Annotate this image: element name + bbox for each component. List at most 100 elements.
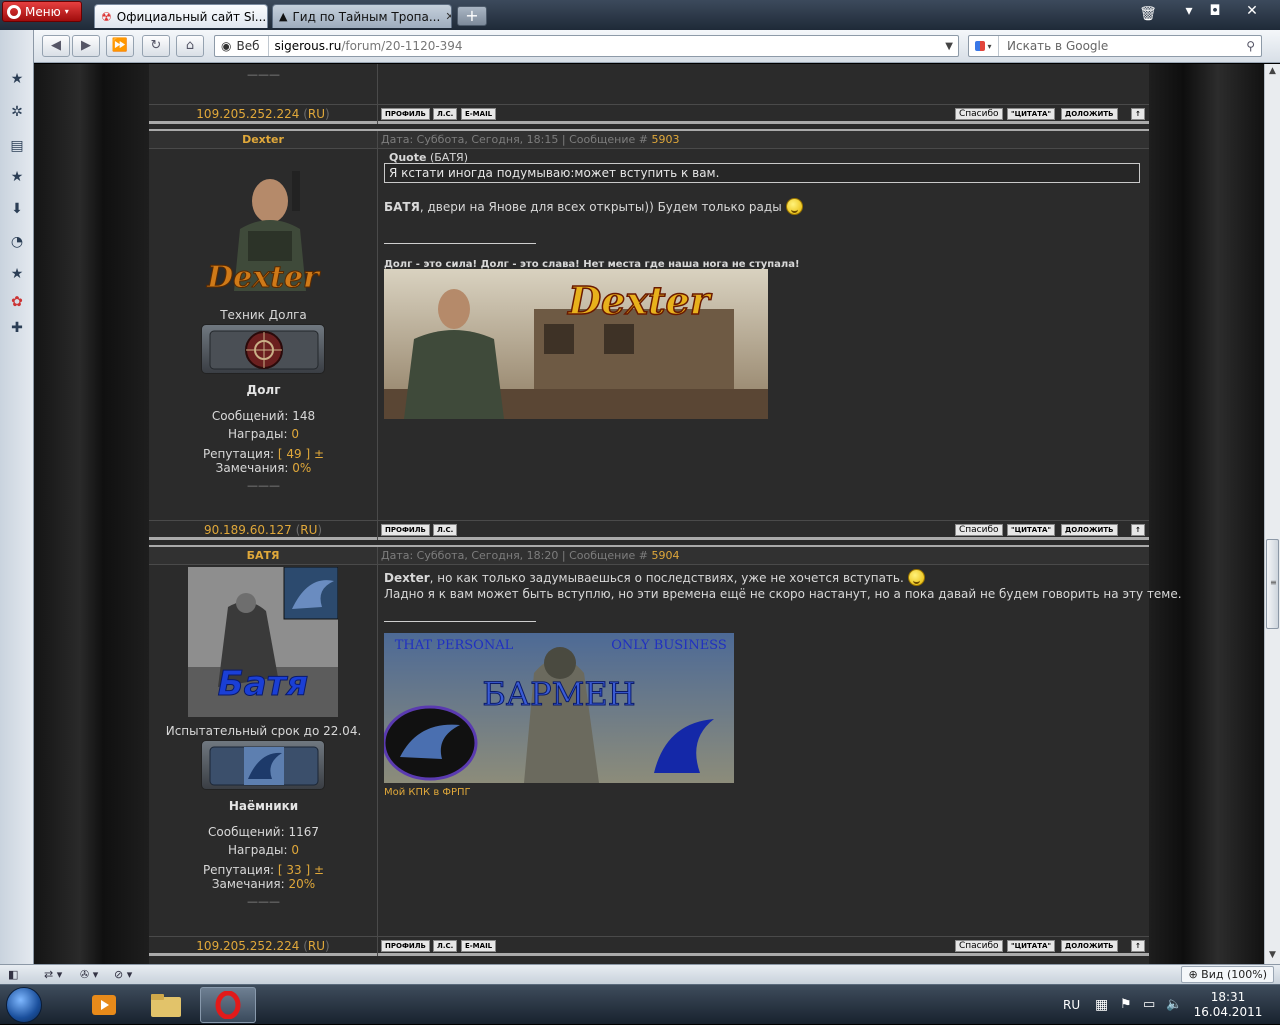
colorful-icon[interactable]: ✿	[8, 293, 26, 311]
add-panel-icon[interactable]: ✚	[8, 319, 26, 337]
search-field[interactable]: ▾ Искать в Google ⚲	[968, 35, 1262, 57]
media-player-icon[interactable]	[76, 987, 132, 1023]
start-button[interactable]	[6, 987, 42, 1023]
navigation-bar: ◀ ▶ ⏩ ↻ ⌂ ◉ Веб sigerous.ru /forum/20-11…	[34, 30, 1280, 63]
action-center-icon[interactable]: ⚑	[1120, 985, 1132, 1025]
reputation-value[interactable]: [ 49 ]	[278, 447, 310, 461]
explorer-icon[interactable]	[138, 987, 194, 1023]
close-window-button[interactable]: ✕	[1240, 0, 1264, 24]
report-button[interactable]: ДОЛОЖИТЬ	[1061, 940, 1118, 952]
language-indicator[interactable]: RU	[1063, 985, 1080, 1025]
forum-thread: ——— 109.205.252.224 (RU) ПРОФИЛЬ Л.С. E-…	[149, 64, 1182, 964]
pm-button[interactable]: Л.С.	[433, 108, 458, 120]
signature-divider	[384, 621, 536, 622]
quote-button[interactable]: "ЦИТАТА"	[1007, 108, 1056, 120]
mercenary-emblem-icon	[209, 746, 319, 786]
post-body: Dexter Техник Долга Долг Сообщений: 148 …	[149, 149, 1149, 520]
history-icon[interactable]: ◔	[8, 233, 26, 251]
panel-bookmark-icon[interactable]: ★	[8, 168, 26, 186]
signature-link[interactable]: Мой КПК в ФРПГ	[384, 787, 471, 798]
banner-top-left: THAT PERSONAL	[395, 638, 514, 653]
scroll-top-icon[interactable]: ↑	[1131, 940, 1145, 952]
message-count: Сообщений: 148	[211, 409, 316, 423]
ip-country: RU	[307, 939, 325, 953]
post-number[interactable]: 5903	[651, 133, 679, 146]
bookmarks-icon[interactable]: ★	[8, 70, 26, 88]
scroll-top-icon[interactable]: ↑	[1131, 524, 1145, 536]
ip-country: RU	[300, 523, 318, 537]
profile-button[interactable]: ПРОФИЛЬ	[381, 940, 430, 952]
report-button[interactable]: ДОЛОЖИТЬ	[1061, 108, 1118, 120]
sync-icon[interactable]: ⇄ ▾	[44, 967, 62, 983]
zoom-icon: ⊕	[1188, 968, 1202, 981]
scroll-thumb[interactable]: ≡	[1266, 539, 1279, 629]
reputation-change-button[interactable]: ±	[314, 863, 324, 877]
address-field[interactable]: ◉ Веб sigerous.ru /forum/20-1120-394 ▼	[214, 35, 959, 57]
quote-button[interactable]: "ЦИТАТА"	[1007, 524, 1056, 536]
awards: Награды: 0	[228, 843, 299, 857]
turbo-icon[interactable]: ✇ ▾	[80, 967, 98, 983]
volume-icon[interactable]: 🔈	[1166, 985, 1182, 1025]
new-tab-button[interactable]: +	[457, 6, 487, 26]
opera-taskbar-icon[interactable]	[200, 987, 256, 1023]
thanks-button[interactable]: Спасибо	[955, 108, 1003, 120]
author-name[interactable]: БАТЯ	[149, 547, 378, 565]
quote-button[interactable]: "ЦИТАТА"	[1007, 940, 1056, 952]
reputation-value[interactable]: [ 33 ]	[278, 863, 310, 877]
author-name[interactable]: Dexter	[149, 131, 378, 149]
home-button[interactable]: ⌂	[176, 35, 204, 57]
vertical-scrollbar[interactable]: ▲ ≡ ▼	[1264, 64, 1280, 964]
email-button[interactable]: E-MAIL	[461, 940, 497, 952]
close-tab-icon[interactable]: ✕	[445, 10, 451, 23]
clock[interactable]: 18:31 16.04.2011	[1192, 990, 1264, 1020]
windows-taskbar: RU ▦ ⚑ ▭ 🔈 18:31 16.04.2011	[0, 984, 1280, 1024]
user-group[interactable]: Долг	[149, 383, 378, 397]
author-column: Dexter Техник Долга Долг Сообщений: 148 …	[149, 149, 378, 520]
email-button[interactable]: E-MAIL	[461, 108, 497, 120]
profile-button[interactable]: ПРОФИЛЬ	[381, 108, 430, 120]
thanks-button[interactable]: Спасибо	[955, 940, 1003, 952]
back-button[interactable]: ◀	[42, 35, 70, 57]
panel-bookmark-2-icon[interactable]: ★	[8, 265, 26, 283]
search-icon[interactable]: ⚲	[1246, 39, 1261, 53]
widgets-icon[interactable]: ✲	[8, 103, 26, 121]
zoom-button[interactable]: ⊕ Вид (100%)	[1181, 966, 1274, 983]
tab-official-site[interactable]: ☢ Официальный сайт Si... ✕	[94, 4, 268, 28]
post-footer: 109.205.252.224 (RU) ПРОФИЛЬ Л.С. E-MAIL…	[149, 936, 1149, 956]
tab-title: Гид по Тайным Тропа...	[292, 9, 441, 24]
side-panel: ★ ✲ ▤ ★ ⬇ ◔ ★ ✿ ✚	[0, 30, 34, 964]
title-bar: Меню ▾ ☢ Официальный сайт Si... ✕ ▲ Гид …	[0, 0, 1280, 30]
user-group[interactable]: Наёмники	[149, 799, 378, 813]
banner-top-right: ONLY BUSINESS	[611, 638, 727, 653]
trash-icon[interactable]: 🗑	[1136, 3, 1160, 27]
google-engine-icon[interactable]: ▾	[969, 36, 999, 56]
notes-icon[interactable]: ▤	[8, 137, 26, 155]
network-icon[interactable]: ▭	[1143, 985, 1155, 1025]
scroll-top-icon[interactable]: ↑	[1131, 108, 1145, 120]
opera-menu-button[interactable]: Меню ▾	[2, 1, 82, 22]
url-dropdown-icon[interactable]: ▼	[945, 41, 958, 52]
restore-button[interactable]: ◘	[1203, 0, 1227, 24]
panel-toggle-icon[interactable]: ◧	[8, 967, 18, 983]
forward-button[interactable]: ▶	[72, 35, 100, 57]
pm-button[interactable]: Л.С.	[433, 524, 458, 536]
reload-button[interactable]: ↻	[142, 35, 170, 57]
scroll-up-icon[interactable]: ▲	[1265, 64, 1280, 79]
report-button[interactable]: ДОЛОЖИТЬ	[1061, 524, 1118, 536]
message-count: Сообщений: 1167	[208, 825, 319, 839]
site-info-button[interactable]: ◉ Веб	[215, 36, 269, 56]
pm-button[interactable]: Л.С.	[433, 940, 458, 952]
post-header: Dexter Дата: Суббота, Сегодня, 18:15 | С…	[149, 129, 1149, 149]
post-text: Dexter, но как только задумываешься о по…	[384, 569, 925, 586]
fast-forward-button[interactable]: ⏩	[106, 35, 134, 57]
scroll-down-icon[interactable]: ▼	[1265, 948, 1280, 963]
tray-app-icon[interactable]: ▦	[1095, 985, 1108, 1025]
minimize-button[interactable]: ▾	[1177, 0, 1201, 24]
tab-guide[interactable]: ▲ Гид по Тайным Тропа... ✕	[272, 4, 452, 28]
reputation-change-button[interactable]: ±	[314, 447, 324, 461]
post-number[interactable]: 5904	[651, 549, 679, 562]
profile-button[interactable]: ПРОФИЛЬ	[381, 524, 430, 536]
unite-icon[interactable]: ⊘ ▾	[114, 967, 132, 983]
downloads-icon[interactable]: ⬇	[8, 200, 26, 218]
thanks-button[interactable]: Спасибо	[955, 524, 1003, 536]
